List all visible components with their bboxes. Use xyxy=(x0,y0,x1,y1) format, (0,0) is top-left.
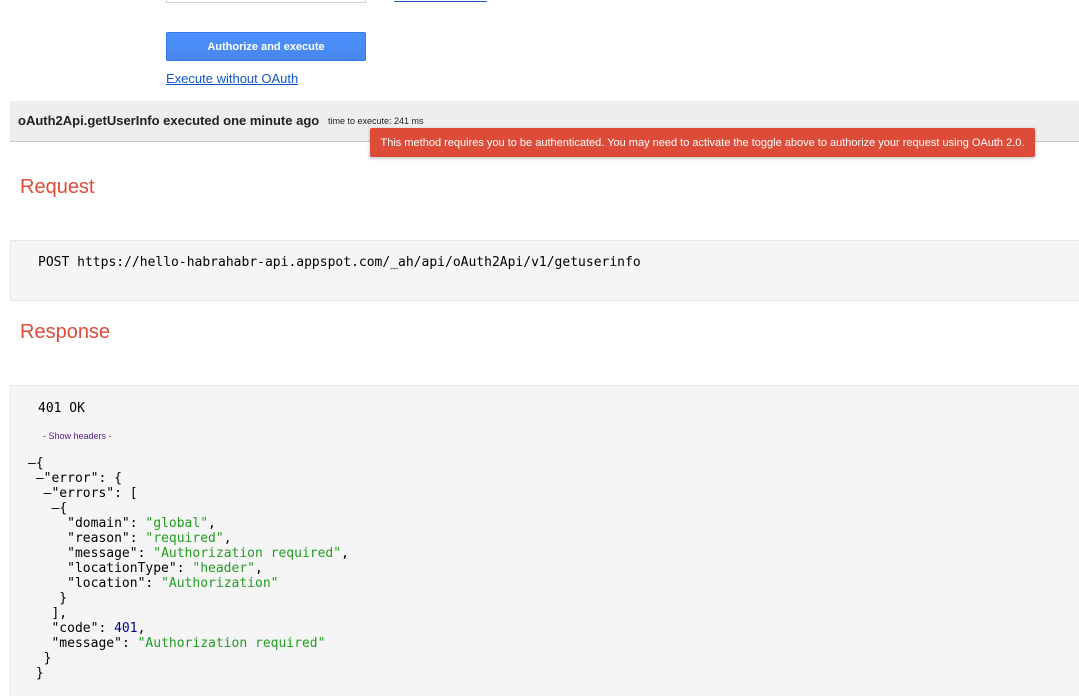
json-key: "locationType" xyxy=(67,561,177,576)
json-line: "message": "Authorization required", xyxy=(67,546,349,561)
json-value: "Authorization" xyxy=(161,576,279,591)
json-key: "location" xyxy=(67,576,146,591)
json-line: –"errors": [ xyxy=(43,486,138,501)
response-status: 401 OK xyxy=(38,401,85,416)
scope-link[interactable] xyxy=(394,0,487,2)
json-value: "required" xyxy=(145,531,224,546)
json-key: "reason" xyxy=(67,531,130,546)
collapse-toggle[interactable]: – xyxy=(36,471,44,486)
collapse-toggle[interactable]: – xyxy=(51,501,59,516)
json-value: "header" xyxy=(192,561,255,576)
json-line: "locationType": "header", xyxy=(67,561,263,576)
auth-required-tooltip: This method requires you to be authentic… xyxy=(370,128,1035,157)
request-line: POST https://hello-habrahabr-api.appspot… xyxy=(38,255,641,270)
json-line: –"error": { xyxy=(35,471,122,486)
json-key: "message" xyxy=(67,546,138,561)
json-value: 401 xyxy=(114,621,138,636)
json-key: "domain" xyxy=(67,516,130,531)
response-json: –{ –"error": { –"errors": [ –{ "domain":… xyxy=(28,456,349,681)
json-line: "reason": "required", xyxy=(67,531,232,546)
response-heading: Response xyxy=(20,321,111,343)
json-line: "code": 401, xyxy=(51,621,146,636)
collapse-toggle[interactable]: – xyxy=(28,456,36,471)
json-key: "code" xyxy=(51,621,99,636)
json-brace: { xyxy=(35,456,44,471)
json-line: "message": "Authorization required" xyxy=(51,636,326,651)
json-line: } xyxy=(28,666,44,681)
json-value: "Authorization required" xyxy=(137,636,326,651)
json-line: –{ xyxy=(28,456,349,471)
tooltip-text: This method requires you to be authentic… xyxy=(380,136,1025,149)
authorize-and-execute-button[interactable]: Authorize and execute xyxy=(166,32,366,61)
json-key: "message" xyxy=(51,636,122,651)
json-key: "error" xyxy=(43,471,99,486)
response-block: 401 OK - Show headers - –{ –"error": { –… xyxy=(10,385,1079,696)
json-line: "location": "Authorization" xyxy=(67,576,279,591)
json-line: "domain": "global", xyxy=(67,516,216,531)
request-heading: Request xyxy=(20,176,95,198)
request-block: POST https://hello-habrahabr-api.appspot… xyxy=(10,240,1079,301)
json-line: } xyxy=(28,591,68,606)
json-line: ], xyxy=(28,606,68,621)
execute-without-oauth-link[interactable]: Execute without OAuth xyxy=(166,71,298,86)
execution-time: time to execute: 241 ms xyxy=(328,116,424,126)
json-line: –{ xyxy=(51,501,68,516)
json-value: "global" xyxy=(145,516,209,531)
auth-scope-input[interactable] xyxy=(166,0,366,3)
api-explorer-page: Authorize and execute Execute without OA… xyxy=(0,0,1079,696)
json-value: "Authorization required" xyxy=(153,546,342,561)
show-headers-link[interactable]: - Show headers - xyxy=(43,431,112,441)
execution-title: oAuth2Api.getUserInfo executed one minut… xyxy=(18,113,320,128)
json-key: "errors" xyxy=(51,486,115,501)
json-line: } xyxy=(28,651,52,666)
